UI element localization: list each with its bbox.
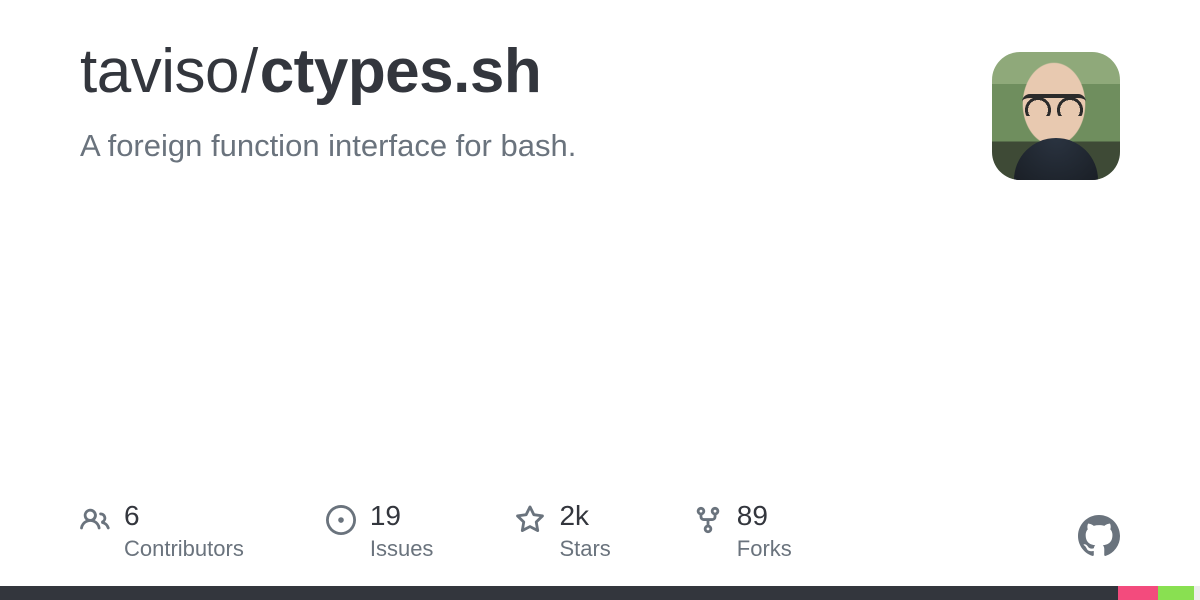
contributors-value: 6	[124, 501, 244, 532]
repo-stats: 6 Contributors 19 Issues 2k	[80, 501, 792, 562]
fork-icon	[693, 501, 723, 540]
stat-stars: 2k Stars	[515, 501, 610, 562]
issues-label: Issues	[370, 536, 434, 562]
forks-label: Forks	[737, 536, 792, 562]
language-segment	[1194, 586, 1200, 600]
stat-issues: 19 Issues	[326, 501, 434, 562]
language-bar	[0, 586, 1200, 600]
stars-label: Stars	[559, 536, 610, 562]
repo-owner: taviso	[80, 37, 239, 106]
forks-value: 89	[737, 501, 792, 532]
people-icon	[80, 501, 110, 540]
repo-name: ctypes.sh	[260, 37, 542, 106]
github-logo-icon	[1078, 515, 1120, 562]
contributors-label: Contributors	[124, 536, 244, 562]
slash: /	[239, 37, 260, 106]
issue-icon	[326, 501, 356, 540]
language-segment	[1118, 586, 1158, 600]
stars-value: 2k	[559, 501, 610, 532]
stat-forks: 89 Forks	[693, 501, 792, 562]
repo-description: A foreign function interface for bash.	[80, 128, 952, 164]
issues-value: 19	[370, 501, 434, 532]
repo-title: taviso/ctypes.sh	[80, 38, 952, 106]
stat-contributors: 6 Contributors	[80, 501, 244, 562]
avatar	[992, 52, 1120, 180]
star-icon	[515, 501, 545, 540]
language-segment	[1158, 586, 1194, 600]
